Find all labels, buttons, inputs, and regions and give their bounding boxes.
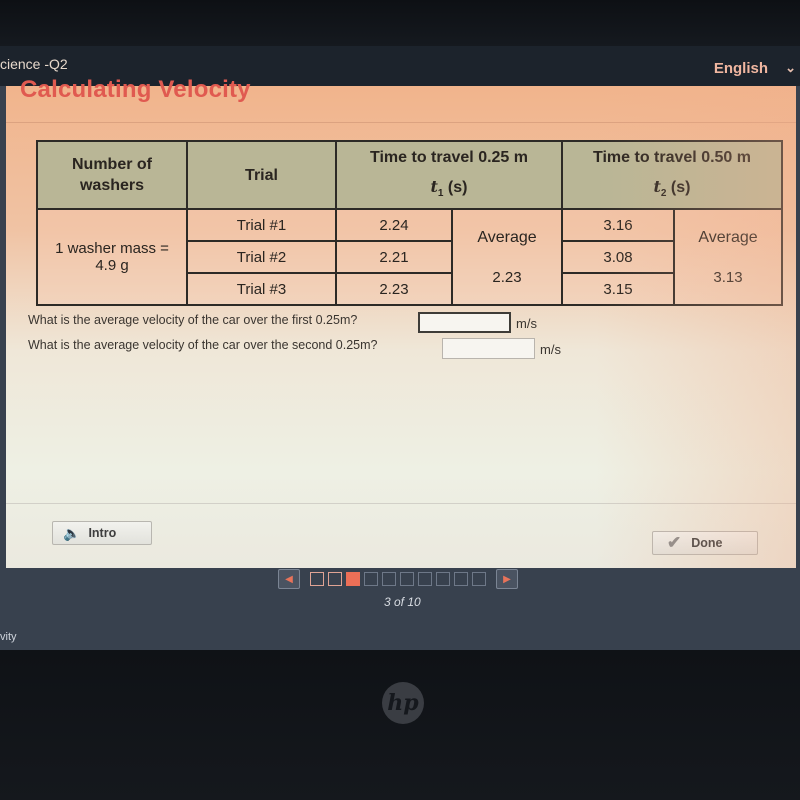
t2-average-label: Average [698, 228, 758, 246]
unit-label: m/s [540, 342, 561, 357]
t1-value-cell: 2.23 [335, 272, 453, 306]
header-washers-label: Number of washers [72, 156, 152, 194]
done-button[interactable]: ✔ Done [652, 531, 758, 555]
t1-average-value: 2.23 [492, 268, 522, 286]
slide-counter: 3 of 10 [384, 595, 421, 609]
table-header-row: Number of washers Trial Time to travel 0… [36, 140, 783, 210]
t2-value-cell: 3.16 [561, 208, 675, 242]
intro-button-label: Intro [88, 526, 117, 540]
t1-value-cell: 2.21 [335, 240, 453, 274]
header-trial-label: Trial [245, 166, 278, 184]
t2-average-value: 3.13 [713, 268, 743, 286]
lesson-title: Calculating Velocity [20, 76, 251, 103]
slide-indicator-8[interactable] [436, 572, 450, 586]
question-first-quarter-meter: What is the average velocity of the car … [28, 313, 358, 327]
speaker-icon: 🔈 [63, 524, 81, 541]
t1-variable: t [430, 177, 438, 197]
slide-indicators [308, 572, 488, 586]
slide-indicator-1[interactable] [310, 572, 324, 586]
trial-label-cell: Trial #2 [186, 240, 337, 274]
t1-average-label: Average [477, 228, 537, 246]
monitor-bezel-bottom [0, 650, 800, 800]
header-t1-title: Time to travel 0.25 m [370, 149, 528, 167]
slide-navigator: ◀ ▶ [278, 568, 518, 590]
caret-left-icon: ◀ [285, 573, 293, 585]
chevron-down-icon[interactable]: ⌄ [785, 60, 796, 76]
hp-logo: hp [382, 682, 424, 724]
trial-label-cell: Trial #3 [186, 272, 337, 306]
slide-indicator-2[interactable] [328, 572, 342, 586]
slide-indicator-9[interactable] [454, 572, 468, 586]
activity-stage: Calculating Velocity Number of washers T… [0, 76, 800, 650]
data-table: Number of washers Trial Time to travel 0… [36, 140, 783, 306]
caret-right-icon: ▶ [503, 573, 511, 585]
slide-indicator-5[interactable] [382, 572, 396, 586]
trial-label-cell: Trial #1 [186, 208, 337, 242]
next-slide-button[interactable]: ▶ [496, 569, 518, 589]
t2-average-cell: Average 3.13 [673, 208, 783, 306]
title-divider [6, 122, 796, 123]
t1-average-cell: Average 2.23 [451, 208, 563, 306]
previous-slide-button[interactable]: ◀ [278, 569, 300, 589]
slide-indicator-3[interactable] [346, 572, 360, 586]
t1-unit: (s) [443, 179, 468, 197]
header-washers: Number of washers [36, 140, 188, 210]
header-t2-symbol: t2 (s) [563, 176, 781, 204]
answer-input-second-quarter[interactable] [442, 338, 535, 359]
header-t1: Time to travel 0.25 m t1 (s) [335, 140, 563, 210]
language-selector[interactable]: English [714, 60, 768, 77]
header-t2-title: Time to travel 0.50 m [593, 149, 751, 167]
table-row: 1 washer mass = 4.9 g Trial #1 2.24 Aver… [36, 208, 783, 306]
header-t2: Time to travel 0.50 m t2 (s) [561, 140, 783, 210]
slide-indicator-10[interactable] [472, 572, 486, 586]
footer-activity-label: vity [0, 631, 17, 643]
t2-unit: (s) [666, 179, 691, 197]
lesson-card: Calculating Velocity Number of washers T… [6, 76, 796, 568]
checkmark-icon: ✔ [667, 533, 682, 552]
intro-button[interactable]: 🔈 Intro [52, 521, 152, 545]
washer-mass-line1: 1 washer mass = [55, 240, 169, 257]
slide-indicator-6[interactable] [400, 572, 414, 586]
unit-label: m/s [516, 316, 537, 331]
washer-mass-cell: 1 washer mass = 4.9 g [36, 208, 188, 306]
done-button-label: Done [691, 536, 723, 550]
slide-indicator-4[interactable] [364, 572, 378, 586]
footer-divider [6, 503, 796, 504]
header-t1-symbol: t1 (s) [337, 176, 561, 204]
slide-indicator-7[interactable] [418, 572, 432, 586]
header-trial: Trial [186, 140, 337, 210]
monitor-bezel-top [0, 0, 800, 46]
t2-value-cell: 3.15 [561, 272, 675, 306]
t1-value-cell: 2.24 [335, 208, 453, 242]
washer-mass-line2: 4.9 g [95, 257, 129, 274]
t2-value-cell: 3.08 [561, 240, 675, 274]
course-title: cience -Q2 [0, 56, 68, 72]
t2-variable: t [653, 177, 661, 197]
question-second-quarter-meter: What is the average velocity of the car … [28, 338, 378, 352]
answer-input-first-quarter[interactable] [418, 312, 511, 333]
